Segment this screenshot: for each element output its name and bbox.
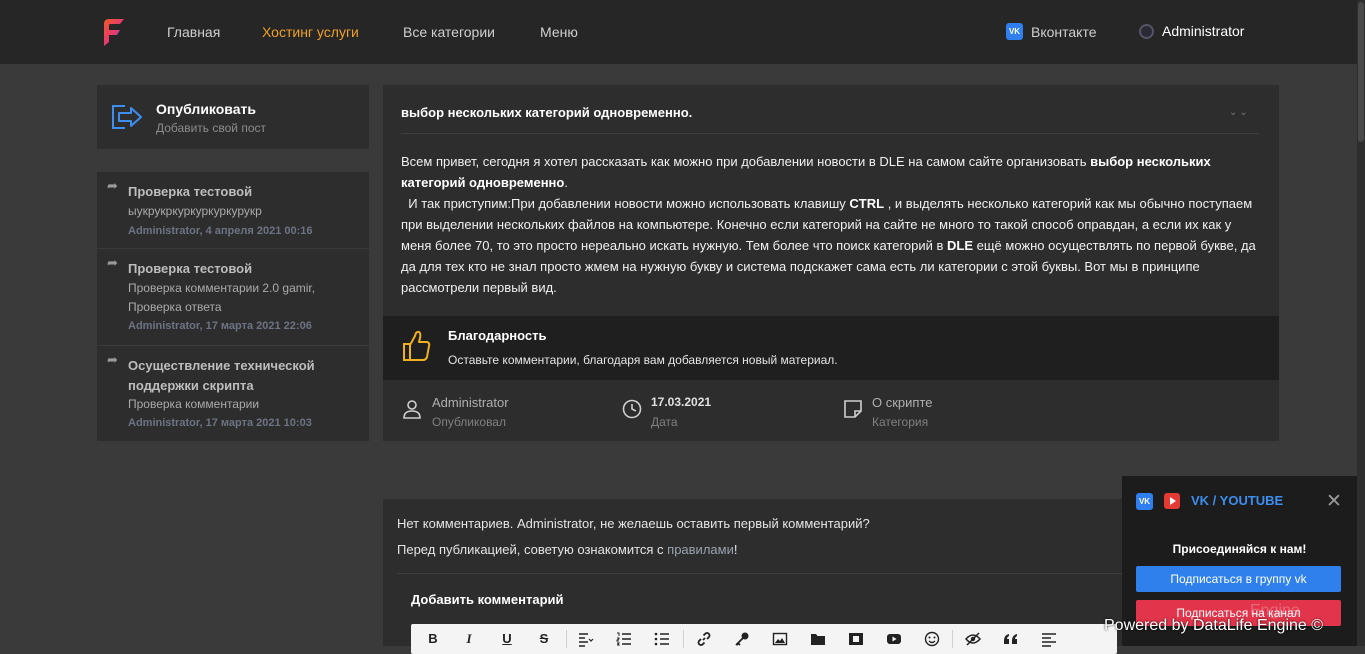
share-icon: ➦ (107, 178, 118, 193)
meta-date-label: Дата (651, 415, 678, 429)
key-icon[interactable] (734, 631, 750, 647)
meta-author-value[interactable]: Administrator (432, 395, 509, 410)
page-scrollbar[interactable] (1357, 0, 1365, 646)
comments-section: Нет комментариев. Administrator, не жела… (383, 499, 1143, 654)
publish-title: Опубликовать (156, 101, 256, 117)
share-icon: ➦ (107, 255, 118, 270)
folder-icon[interactable] (810, 631, 826, 647)
bullet-list-icon[interactable] (654, 631, 670, 647)
note-icon (844, 400, 862, 418)
user-icon (403, 400, 421, 419)
popup-join-text: Присоединяйся к нам! (1172, 542, 1307, 556)
latest-item-meta: Administrator, 4 апреля 2021 00:16 (128, 225, 313, 237)
youtube-icon[interactable] (886, 631, 902, 647)
thanks-banner: Благодарность Оставьте комментарии, благ… (383, 316, 1279, 380)
latest-item-meta: Administrator, 17 марта 2021 22:06 (128, 320, 312, 332)
nav-hosting[interactable]: Хостинг услуги (262, 24, 359, 40)
meta-category-value[interactable]: О скрипте (872, 395, 932, 410)
align-dropdown-icon[interactable] (578, 631, 594, 647)
latest-item-text: Проверка комментарии (128, 397, 260, 411)
popup-title: VK / YOUTUBE (1191, 493, 1284, 508)
list-item[interactable]: ➦ Осуществление технической поддержки ск… (97, 346, 369, 441)
avatar (1139, 23, 1154, 39)
scrollbar-thumb[interactable] (1358, 2, 1364, 142)
nav-menu[interactable]: Меню (540, 24, 578, 40)
list-item[interactable]: ➦ Проверка тестовой Проверка комментарии… (97, 249, 369, 346)
meta-category-label: Категория (872, 415, 929, 429)
hide-icon[interactable] (965, 631, 981, 647)
article-text: И так приступим:При добавлении новости м… (408, 196, 850, 211)
editor-toolbar: B I U S (411, 624, 1117, 654)
article: выбор нескольких категорий одновременно.… (383, 85, 1279, 441)
vk-icon: VK (1006, 23, 1023, 40)
rules-text: Перед публикацией, советую ознакомится с… (397, 542, 737, 557)
powered-by-text: Powered by DataLife Engine © (1104, 617, 1324, 634)
user-name: Administrator (1162, 23, 1245, 39)
nav-home[interactable]: Главная (167, 24, 220, 40)
article-text-bold: DLE (947, 238, 974, 253)
share-icon: ➦ (107, 352, 118, 367)
video-icon[interactable] (848, 631, 864, 647)
add-comment-title: Добавить комментарий (411, 592, 564, 607)
bold-button[interactable]: B (425, 631, 441, 647)
chevron-down-icon[interactable]: ⌄⌄ (1229, 107, 1250, 118)
publish-subtitle: Добавить свой пост (156, 121, 266, 135)
no-comments-text: Нет комментариев. Administrator, не жела… (397, 516, 870, 531)
ordered-list-icon[interactable] (616, 631, 632, 647)
latest-item-meta: Administrator, 17 марта 2021 10:03 (128, 417, 312, 429)
latest-item-title[interactable]: Осуществление технической поддержки скри… (128, 356, 358, 396)
publish-panel[interactable]: Опубликовать Добавить свой пост (97, 85, 369, 149)
divider (401, 133, 1259, 134)
divider (397, 573, 1143, 574)
image-icon[interactable] (772, 631, 788, 647)
thanks-title: Благодарность (448, 328, 547, 343)
latest-posts: ➦ Проверка тестовой ыукрукркуркуркуркуру… (97, 172, 369, 441)
article-text-bold: CTRL (849, 196, 885, 211)
strike-button[interactable]: S (536, 631, 552, 647)
article-text: Всем привет, сегодня я хотел рассказать … (401, 154, 1091, 169)
nav-all-categories[interactable]: Все категории (403, 24, 495, 40)
link-icon[interactable] (696, 631, 712, 647)
list-item[interactable]: ➦ Проверка тестовой ыукрукркуркуркуркуру… (97, 172, 369, 249)
youtube-icon (1164, 493, 1180, 509)
clock-icon (622, 399, 642, 419)
latest-item-title[interactable]: Проверка тестовой (128, 259, 358, 279)
thumbs-up-icon (403, 330, 431, 361)
article-title: выбор нескольких категорий одновременно. (401, 105, 693, 120)
toolbar-separator (683, 630, 684, 648)
subscribe-vk-button[interactable]: Подписаться в группу vk (1136, 566, 1341, 592)
close-icon[interactable]: ✕ (1326, 490, 1342, 513)
toolbar-separator (566, 630, 567, 648)
align-left-icon[interactable] (1041, 631, 1057, 647)
latest-item-text: Проверка комментарии 2.0 gamir, Проверка… (128, 281, 316, 314)
quote-icon[interactable] (1003, 631, 1019, 647)
article-body: Всем привет, сегодня я хотел рассказать … (401, 151, 1263, 298)
meta-author-label: Опубликовал (432, 415, 506, 429)
rules-link[interactable]: правилами (667, 542, 734, 557)
rules-suffix: ! (733, 542, 738, 557)
underline-button[interactable]: U (499, 631, 515, 647)
thanks-text: Оставьте комментарии, благодаря вам доба… (448, 353, 838, 367)
vk-link-label: Вконтакте (1031, 23, 1097, 40)
italic-button[interactable]: I (461, 631, 477, 647)
vk-icon: VK (1136, 493, 1153, 510)
article-text: . (564, 175, 568, 190)
toolbar-separator (952, 630, 953, 648)
smile-icon[interactable] (924, 631, 940, 647)
meta-date-value: 17.03.2021 (651, 395, 712, 409)
latest-item-title[interactable]: Проверка тестовой (128, 182, 358, 202)
user-menu[interactable]: Administrator (1139, 23, 1244, 39)
site-logo[interactable] (100, 16, 126, 50)
sign-out-icon (112, 105, 142, 129)
top-navbar: Главная Хостинг услуги Все категории Мен… (0, 0, 1357, 64)
rules-prefix: Перед публикацией, советую ознакомится с (397, 542, 668, 557)
vk-link[interactable]: VK Вконтакте (1006, 23, 1097, 40)
latest-item-text: ыукрукркуркуркуркурукр (128, 204, 262, 218)
